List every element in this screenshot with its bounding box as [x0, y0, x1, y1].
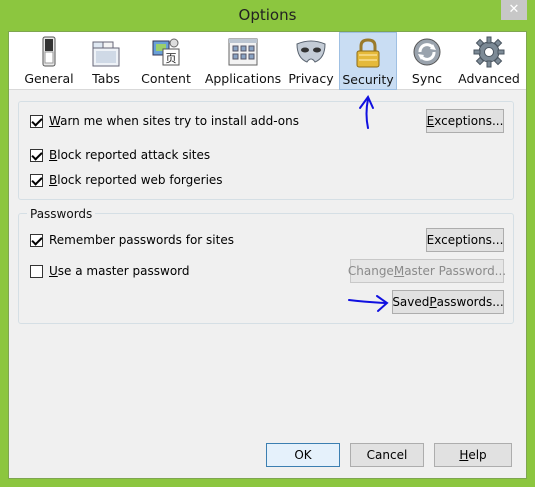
- options-window: Options ✕ General Tabs 页 Content Applica…: [0, 0, 535, 487]
- annotation-overlay: [348, 95, 389, 312]
- arrow-right-annotation: [348, 295, 389, 312]
- arrow-up-annotation: [359, 95, 374, 129]
